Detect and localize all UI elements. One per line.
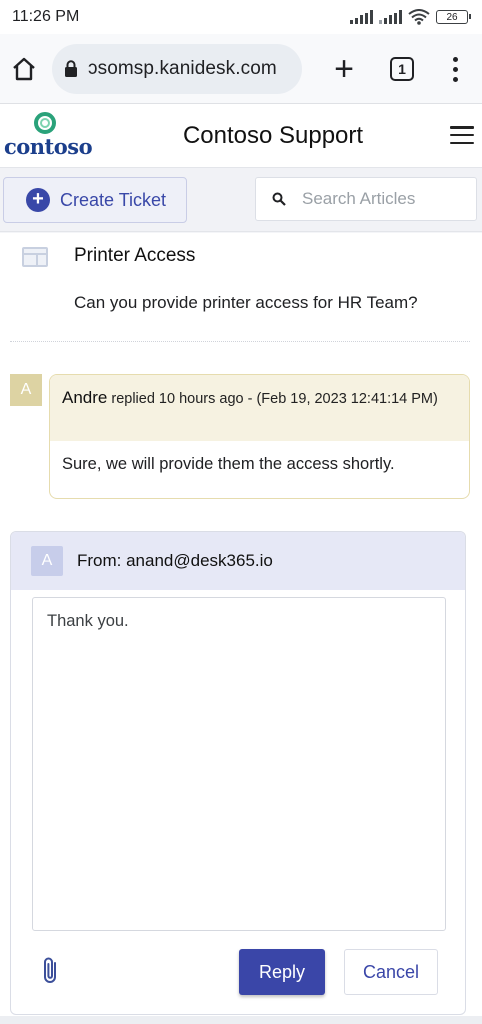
ticket-icon [22, 247, 48, 267]
divider [10, 341, 470, 342]
create-ticket-button[interactable]: + Create Ticket [3, 177, 187, 223]
reply-textarea[interactable]: Thank you. [32, 597, 446, 931]
site-title: Contoso Support [182, 122, 364, 149]
reply-timestamp: replied 10 hours ago - (Feb 19, 2023 12:… [111, 391, 438, 407]
search-icon [272, 192, 286, 206]
browser-toolbar: ɔsomsp.kanidesk.com + 1 [0, 34, 482, 104]
from-address: From: anand@desk365.io [77, 551, 273, 570]
home-button[interactable] [2, 47, 46, 91]
dot [452, 66, 458, 72]
compose-header: A From: anand@desk365.io [11, 532, 465, 590]
plus-icon: + [334, 49, 354, 88]
status-time: 11:26 PM [12, 8, 80, 25]
tab-switcher-button[interactable]: 1 [390, 57, 414, 81]
battery-level: 26 [446, 11, 458, 23]
bottom-strip [0, 1016, 482, 1024]
reply-compose: A From: anand@desk365.io Thank you. Repl… [10, 531, 466, 1015]
paperclip-icon[interactable] [39, 955, 63, 987]
search-input[interactable] [302, 189, 472, 209]
avatar: A [31, 546, 63, 576]
hamburger-menu-icon[interactable] [450, 126, 474, 144]
ticket-description: Can you provide printer access for HR Te… [74, 293, 418, 312]
dot [452, 76, 458, 82]
home-icon [13, 57, 35, 80]
signal-icon [350, 10, 373, 24]
status-bar: 11:26 PM 26 [0, 0, 482, 34]
reply-body: Sure, we will provide them the access sh… [62, 455, 395, 473]
url-text: ɔsomsp.kanidesk.com [88, 57, 277, 79]
reply-button[interactable]: Reply [239, 949, 325, 995]
reply-header: Andre replied 10 hours ago - (Feb 19, 202… [50, 375, 469, 441]
address-bar[interactable]: ɔsomsp.kanidesk.com [52, 43, 302, 94]
tab-count: 1 [398, 61, 406, 77]
ticket-content: Printer Access Can you provide printer a… [0, 233, 482, 1024]
search-box[interactable] [255, 177, 477, 221]
lock-icon [65, 59, 77, 77]
avatar: A [10, 374, 42, 406]
ticket-title: Printer Access [74, 245, 196, 266]
reply-message: Andre replied 10 hours ago - (Feb 19, 202… [49, 374, 470, 499]
status-icons: 26 [350, 9, 471, 25]
new-tab-button[interactable]: + [324, 47, 364, 91]
signal-icon-2 [379, 10, 402, 24]
battery-icon: 26 [436, 10, 471, 24]
action-bar: + Create Ticket [0, 168, 482, 232]
reply-author: Andre [62, 388, 108, 407]
plus-circle-icon: + [26, 188, 50, 212]
dot [452, 56, 458, 62]
wifi-icon [408, 9, 430, 25]
overflow-menu-button[interactable] [440, 47, 470, 91]
cancel-button[interactable]: Cancel [344, 949, 438, 995]
create-ticket-label: Create Ticket [60, 189, 167, 210]
site-header: contoso Contoso Support [0, 104, 482, 168]
